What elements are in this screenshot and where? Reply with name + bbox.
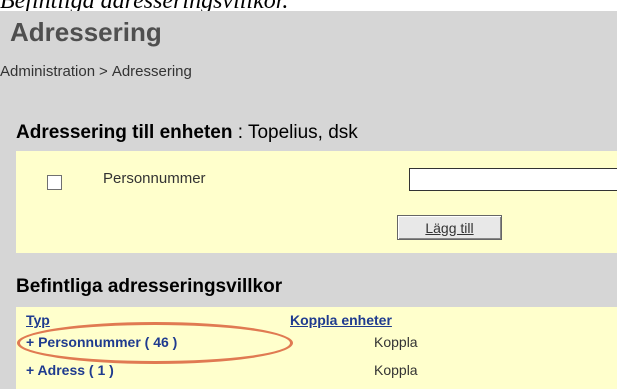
add-button[interactable]: Lägg till — [397, 215, 502, 240]
koppla-link[interactable]: Koppla — [374, 362, 418, 378]
existing-conditions-heading: Befintliga adresseringsvillkor — [16, 276, 283, 297]
page-title: Adressering — [10, 17, 162, 47]
column-header-link-units[interactable]: Koppla enheter — [290, 312, 392, 328]
table-row: + Personnummer ( 46 ) Koppla — [16, 334, 617, 354]
column-header-type[interactable]: Typ — [26, 312, 50, 328]
personnummer-label: Personnummer — [103, 170, 206, 187]
unit-section-heading: Adressering till enheten : Topelius, dsk — [16, 122, 358, 144]
breadcrumb-separator: > — [99, 63, 108, 80]
breadcrumb: Administration > Adressering — [0, 63, 192, 80]
unit-heading-name: : Topelius, dsk — [232, 122, 358, 143]
condition-adress-link[interactable]: + Adress ( 1 ) — [26, 362, 114, 378]
admin-panel: Adressering Administration > Adressering A… — [0, 11, 617, 389]
existing-conditions-list: Typ Koppla enheter + Personnummer ( 46 )… — [16, 307, 617, 389]
condition-personnummer-link[interactable]: + Personnummer ( 46 ) — [26, 334, 177, 350]
unit-heading-label: Adressering till enheten — [16, 122, 233, 143]
personnummer-input[interactable] — [409, 168, 617, 191]
breadcrumb-current: Adressering — [111, 63, 192, 80]
personnummer-checkbox[interactable] — [47, 175, 62, 190]
table-row: + Adress ( 1 ) Koppla — [16, 362, 617, 382]
koppla-link[interactable]: Koppla — [374, 334, 418, 350]
add-condition-box: Personnummer Lägg till — [16, 151, 617, 253]
breadcrumb-administration[interactable]: Administration — [0, 63, 95, 80]
add-button-label: Lägg till — [425, 219, 474, 236]
